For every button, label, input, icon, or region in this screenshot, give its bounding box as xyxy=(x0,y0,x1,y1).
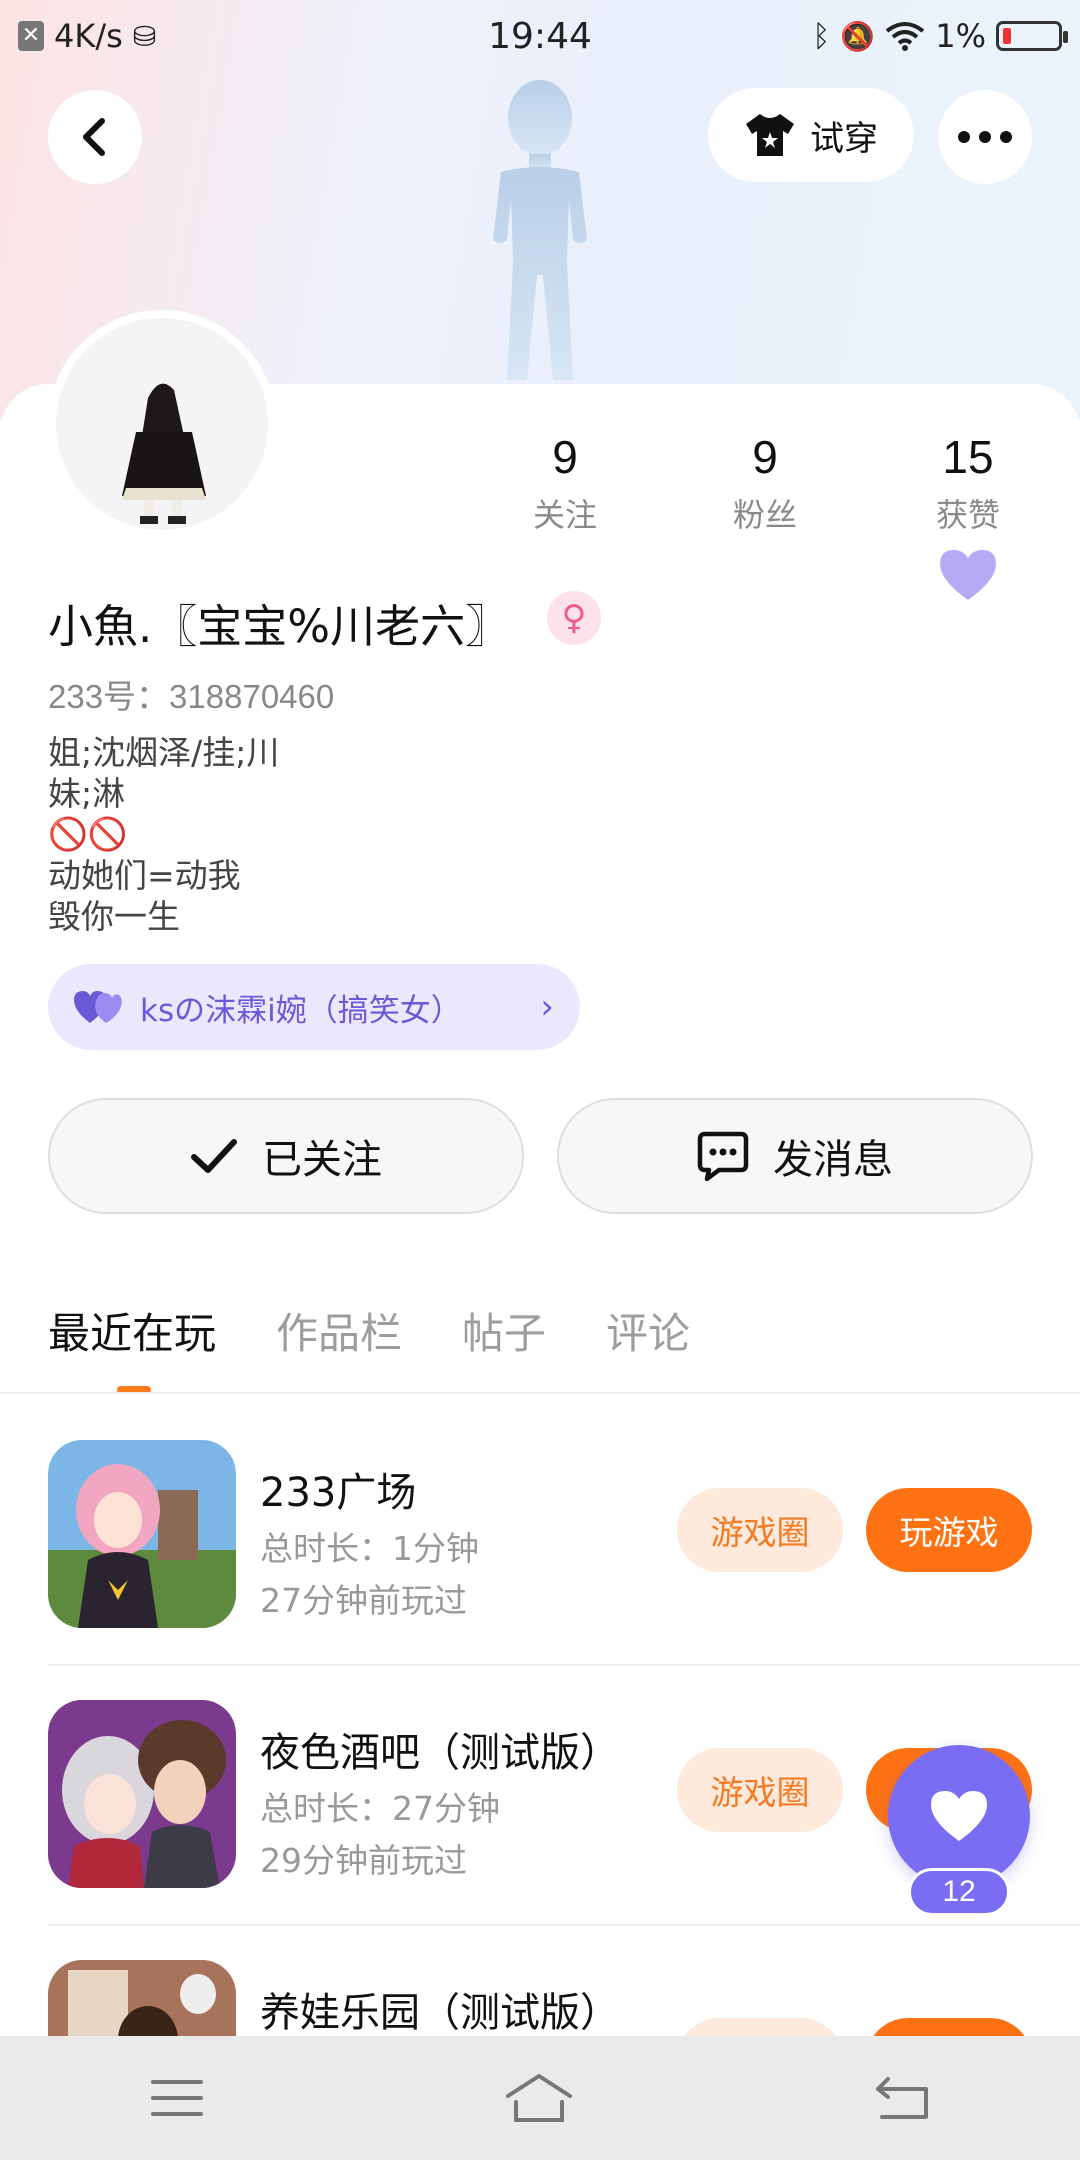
double-heart-icon xyxy=(74,991,122,1023)
game-last-played: 29分钟前玩过 xyxy=(260,1841,467,1880)
row-divider xyxy=(48,1924,1080,1926)
followed-label: 已关注 xyxy=(262,1137,382,1183)
likes-heart-icon xyxy=(940,550,996,600)
stat-following-value: 9 xyxy=(552,431,578,483)
chat-bubble-icon xyxy=(697,1131,749,1181)
game-list-item[interactable]: 233广场 总时长：1分钟 27分钟前玩过 游戏圈 玩游戏 xyxy=(48,1440,1048,1640)
stat-fans-value: 9 xyxy=(752,431,778,483)
cp-relationship-tag[interactable]: ksの沫霖i婉（搞笑女） › xyxy=(48,964,580,1050)
tab-comments[interactable]: 评论 xyxy=(606,1300,690,1361)
stat-likes-label: 获赞 xyxy=(935,496,1000,534)
back-arrow-icon xyxy=(83,118,105,156)
game-list-item[interactable]: 养娃乐园（测试版） xyxy=(48,1960,1048,2036)
stat-fans-label: 粉丝 xyxy=(732,496,797,534)
floating-like-count: 12 xyxy=(908,1868,1010,1916)
stat-likes[interactable]: 15 获赞 xyxy=(898,430,1038,536)
avatar-3d-figure xyxy=(493,80,587,380)
system-nav-bar xyxy=(0,2036,1080,2160)
bio-line: 姐;沈烟泽/挂;川 xyxy=(48,733,280,772)
cp-tag-label: ksの沫霖i婉（搞笑女） xyxy=(140,992,462,1029)
game-circle-button[interactable]: 游戏圈 xyxy=(677,1488,843,1572)
row-divider xyxy=(48,1664,1080,1666)
game-icon-image xyxy=(48,1440,236,1628)
game-circle-button[interactable] xyxy=(677,2018,843,2036)
bio: 姐;沈烟泽/挂;川 妹;淋 🚫🚫 动她们=动我 毁你一生 xyxy=(48,732,279,937)
bio-line: 妹;淋 xyxy=(48,774,126,813)
profile-tabs: 最近在玩 作品栏 帖子 评论 xyxy=(48,1300,690,1361)
play-game-button[interactable] xyxy=(866,2018,1032,2036)
game-title: 233广场 xyxy=(260,1470,417,1516)
game-circle-button[interactable]: 游戏圈 xyxy=(677,1748,843,1832)
bio-line: 🚫🚫 xyxy=(48,815,128,853)
game-last-played: 27分钟前玩过 xyxy=(260,1581,467,1620)
game-title: 养娃乐园（测试版） xyxy=(260,1990,620,2036)
tabs-divider xyxy=(0,1392,1080,1394)
home-icon[interactable] xyxy=(504,2072,574,2124)
chevron-right-icon: › xyxy=(540,987,554,1027)
try-on-label: 试穿 xyxy=(810,118,878,159)
avatar-character-image xyxy=(122,383,206,524)
female-gender-icon: ♀ xyxy=(547,591,601,645)
check-icon xyxy=(191,1139,237,1173)
game-title: 夜色酒吧（测试版） xyxy=(260,1730,620,1776)
heart-icon xyxy=(931,1791,987,1841)
stat-following-label: 关注 xyxy=(532,496,597,534)
status-time: 19:44 xyxy=(488,15,592,57)
back-nav-icon[interactable] xyxy=(874,2075,930,2121)
tab-works[interactable]: 作品栏 xyxy=(276,1300,402,1361)
username: 小魚.〖宝宝%川老六〗 xyxy=(48,600,511,653)
stat-fans[interactable]: 9 粉丝 xyxy=(695,430,835,536)
battery-icon xyxy=(996,21,1068,51)
bio-line: 毁你一生 xyxy=(48,897,180,936)
more-dots-icon xyxy=(958,131,1012,143)
game-duration: 总时长：1分钟 xyxy=(260,1529,479,1568)
floating-like-button[interactable] xyxy=(888,1745,1030,1887)
send-message-button[interactable]: 发消息 xyxy=(557,1098,1033,1214)
avatar[interactable] xyxy=(48,310,276,538)
followed-button[interactable]: 已关注 xyxy=(48,1098,524,1214)
send-message-label: 发消息 xyxy=(773,1137,893,1183)
tshirt-icon xyxy=(746,114,794,156)
stat-following[interactable]: 9 关注 xyxy=(495,430,635,536)
game-icon-image xyxy=(48,1700,236,1888)
tab-recently-played[interactable]: 最近在玩 xyxy=(48,1300,216,1361)
bio-line: 动她们=动我 xyxy=(48,856,241,895)
user-id: 233号：318870460 xyxy=(48,678,335,715)
game-duration: 总时长：27分钟 xyxy=(260,1789,500,1828)
more-options-button[interactable] xyxy=(938,90,1032,184)
menu-icon[interactable] xyxy=(150,2078,204,2118)
tab-posts[interactable]: 帖子 xyxy=(462,1300,546,1361)
game-icon-image xyxy=(48,1960,236,2036)
status-bar: ✕ 4K/s ⛁ 19:44 ᛒ 🔕 1% xyxy=(0,0,1080,72)
back-button[interactable] xyxy=(48,90,142,184)
play-game-button[interactable]: 玩游戏 xyxy=(866,1488,1032,1572)
try-on-button[interactable]: 试穿 xyxy=(708,88,914,182)
stat-likes-value: 15 xyxy=(942,431,994,483)
